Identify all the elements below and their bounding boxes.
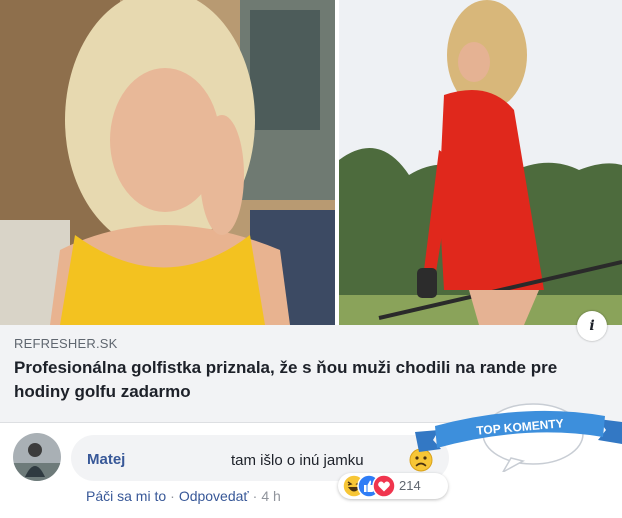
separator-dot: ·	[252, 488, 258, 504]
article-photo-left[interactable]	[0, 0, 335, 325]
info-icon-glyph: i	[589, 318, 595, 334]
reply-link[interactable]: Odpovedať	[179, 488, 249, 504]
separator-dot: ·	[170, 488, 175, 504]
love-icon	[372, 474, 396, 498]
reaction-count: 214	[399, 478, 421, 493]
info-icon[interactable]: i	[577, 311, 607, 341]
comment-time[interactable]: 4 h	[261, 488, 280, 504]
comment-actions: Páči sa mi to · Odpovedať · 4 h	[86, 488, 281, 504]
comment-author[interactable]: Matej	[87, 451, 125, 468]
comment-text: tam išlo o inú jamku	[231, 452, 364, 469]
link-domain: REFRESHER.SK	[14, 336, 118, 351]
article-photos[interactable]	[0, 0, 622, 325]
article-photo-right[interactable]	[339, 0, 622, 325]
avatar[interactable]	[13, 433, 61, 481]
like-link[interactable]: Páči sa mi to	[86, 488, 166, 504]
reaction-summary[interactable]: 214	[338, 473, 448, 499]
top-comments-badge: TOP KOMENTY	[415, 392, 622, 474]
